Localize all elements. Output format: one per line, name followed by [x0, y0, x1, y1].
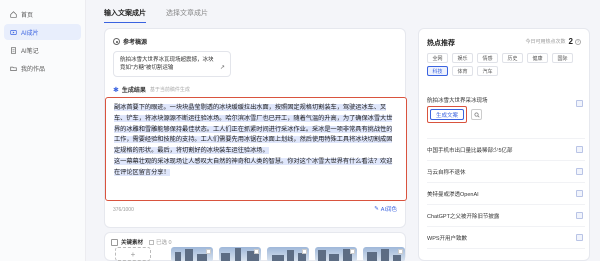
sidebar-item-home[interactable]: 首页 [4, 6, 81, 22]
material-icon [111, 238, 118, 246]
thumbnail-checkbox[interactable] [206, 249, 211, 254]
hot-topics-title: 热点推荐 [427, 40, 455, 47]
reference-heading: 参考稿源 [113, 37, 147, 46]
video-icon [10, 29, 17, 36]
sparkle-icon: ✱ [113, 86, 119, 94]
selected-count[interactable]: 已选 0 [149, 238, 172, 246]
hot-topic-item[interactable]: WPS开用户致歉 [427, 227, 585, 249]
note-icon [10, 46, 17, 54]
materials-heading: 关键素材 已选 0 [111, 238, 172, 246]
material-thumbnail[interactable] [219, 247, 261, 261]
category-auto[interactable]: 汽车 [477, 66, 498, 76]
reference-source-card[interactable]: 航拍冰雪大世界冰瓦现场超震撼，冰块 竟如"方糖"被切割运输 ↗ [113, 51, 231, 77]
thumbnail-checkbox[interactable] [302, 249, 307, 254]
generate-heading: ✱ 生成结果 基于当前稿件生成 [113, 86, 190, 95]
tab-input-copy[interactable]: 输入文案成片 [104, 8, 146, 23]
hot-topic-item[interactable]: 美特曼或渗透OpenAI [427, 183, 585, 205]
hot-topic-title: 美特曼或渗透OpenAI [427, 191, 479, 198]
material-thumbnail[interactable] [267, 247, 309, 261]
hot-topic-title: 航拍冰雪大世界采冰现场 [427, 98, 488, 104]
thumbnail-checkbox[interactable] [398, 249, 403, 254]
add-topic-icon[interactable] [576, 190, 583, 197]
add-topic-icon[interactable] [576, 146, 583, 153]
sidebar-item-my-works[interactable]: 我的作品 [4, 60, 81, 76]
highlight-frame: 生成文案 [427, 106, 467, 123]
category-all[interactable]: 全网 [427, 53, 448, 63]
category-sports[interactable]: 体育 [452, 66, 473, 76]
thumbnail-checkbox[interactable] [350, 249, 355, 254]
sidebar: 首页 AI成片 AI笔记 我的作品 [0, 0, 86, 261]
select-all-checkbox[interactable] [149, 239, 155, 245]
sidebar-item-label: 首页 [21, 12, 34, 19]
materials-card: 关键素材 已选 0 + [104, 232, 406, 261]
hot-topic-title: 马云自称不退休 [427, 169, 466, 176]
category-entertainment[interactable]: 娱乐 [452, 53, 473, 63]
material-thumbnail[interactable] [171, 247, 213, 261]
hot-topic-item[interactable]: 中国手机市出口量比最稀部少5亿部 [427, 139, 585, 161]
hot-topics-panel: 热点推荐 今日可用热点次数 2 ? 全网 娱乐 情感 历史 健康 国际 科技 体… [418, 28, 590, 261]
hot-topic-item[interactable]: 航拍冰雪大世界采冰现场 生成文案 [427, 93, 585, 139]
home-icon [10, 10, 17, 18]
category-international[interactable]: 国际 [552, 53, 573, 63]
reference-text-line2: 竟如"方糖"被切割运输 [120, 65, 174, 71]
material-thumbnail[interactable] [363, 247, 405, 261]
tab-select-article[interactable]: 选择文章成片 [166, 8, 208, 23]
category-emotion[interactable]: 情感 [477, 53, 498, 63]
target-icon [113, 38, 120, 45]
ai-polish-button[interactable]: ✎ AI润色 [374, 205, 397, 213]
remaining-count: 今日可用热点次数 2 ? [525, 37, 581, 46]
sidebar-item-ai-video[interactable]: AI成片 [4, 24, 81, 40]
material-thumbnail[interactable] [315, 247, 357, 261]
add-topic-icon[interactable] [576, 168, 583, 175]
topic-actions: 生成文案 [427, 106, 482, 123]
category-history[interactable]: 历史 [502, 53, 523, 63]
thumbnail-checkbox[interactable] [254, 249, 259, 254]
add-topic-icon[interactable] [576, 234, 583, 241]
add-topic-icon[interactable] [576, 100, 583, 107]
category-tech[interactable]: 科技 [427, 66, 448, 76]
generate-copy-button[interactable]: 生成文案 [430, 109, 464, 120]
sidebar-item-label: 我的作品 [21, 66, 46, 73]
sidebar-item-label: AI笔记 [21, 48, 39, 55]
add-topic-icon[interactable] [576, 212, 583, 219]
hot-topic-item[interactable]: 马云自称不退休 [427, 161, 585, 183]
generated-text-area[interactable]: 副冰首要下的眼迹。一块块晶莹剔透的冰块缓缓拉出水面，按照固定规格切割装车，驾驶运… [105, 97, 407, 201]
reference-text-line1: 航拍冰雪大世界冰瓦现场超震撼，冰块 [120, 57, 214, 63]
hot-topic-title: ChatGPT之父被开除旧节披露 [427, 213, 500, 220]
sidebar-item-ai-note[interactable]: AI笔记 [4, 42, 81, 58]
mode-tabs: 输入文案成片 选择文章成片 [104, 8, 208, 23]
external-link-icon[interactable]: ↗ [220, 64, 225, 72]
generated-paragraph: 副冰首要下的眼迹。一块块晶莹剔透的冰块缓缓拉出水面，按照固定规格切割装车，驾驶运… [114, 104, 393, 155]
magic-wand-icon: ✎ [374, 206, 379, 212]
char-count: 376/1000 [113, 207, 134, 213]
hot-topic-item[interactable]: ChatGPT之父被开除旧节披露 [427, 205, 585, 227]
search-icon [473, 111, 480, 118]
info-icon[interactable]: ? [575, 38, 581, 45]
category-health[interactable]: 健康 [527, 53, 548, 63]
folder-icon [10, 65, 17, 72]
search-button[interactable] [471, 109, 482, 120]
generated-paragraph: 这一幕幕壮观的采冰现场让人感叹大自然的神奇和人类的智慧。你对这个冰雪大世界有什么… [114, 157, 393, 176]
hot-topic-title: 中国手机市出口量比最稀部少5亿部 [427, 147, 513, 154]
sidebar-item-label: AI成片 [21, 30, 39, 37]
add-material-button[interactable]: + [115, 247, 151, 261]
hot-topic-list: 航拍冰雪大世界采冰现场 生成文案 中国手机市出口量比最稀部少5亿部 马云自称不退… [427, 93, 585, 249]
editor-card: 参考稿源 航拍冰雪大世界冰瓦现场超震撼，冰块 竟如"方糖"被切割运输 ↗ ✱ 生… [104, 28, 407, 228]
hot-topic-title: WPS开用户致歉 [427, 235, 468, 242]
category-filters: 全网 娱乐 情感 历史 健康 国际 科技 体育 汽车 [427, 53, 587, 76]
